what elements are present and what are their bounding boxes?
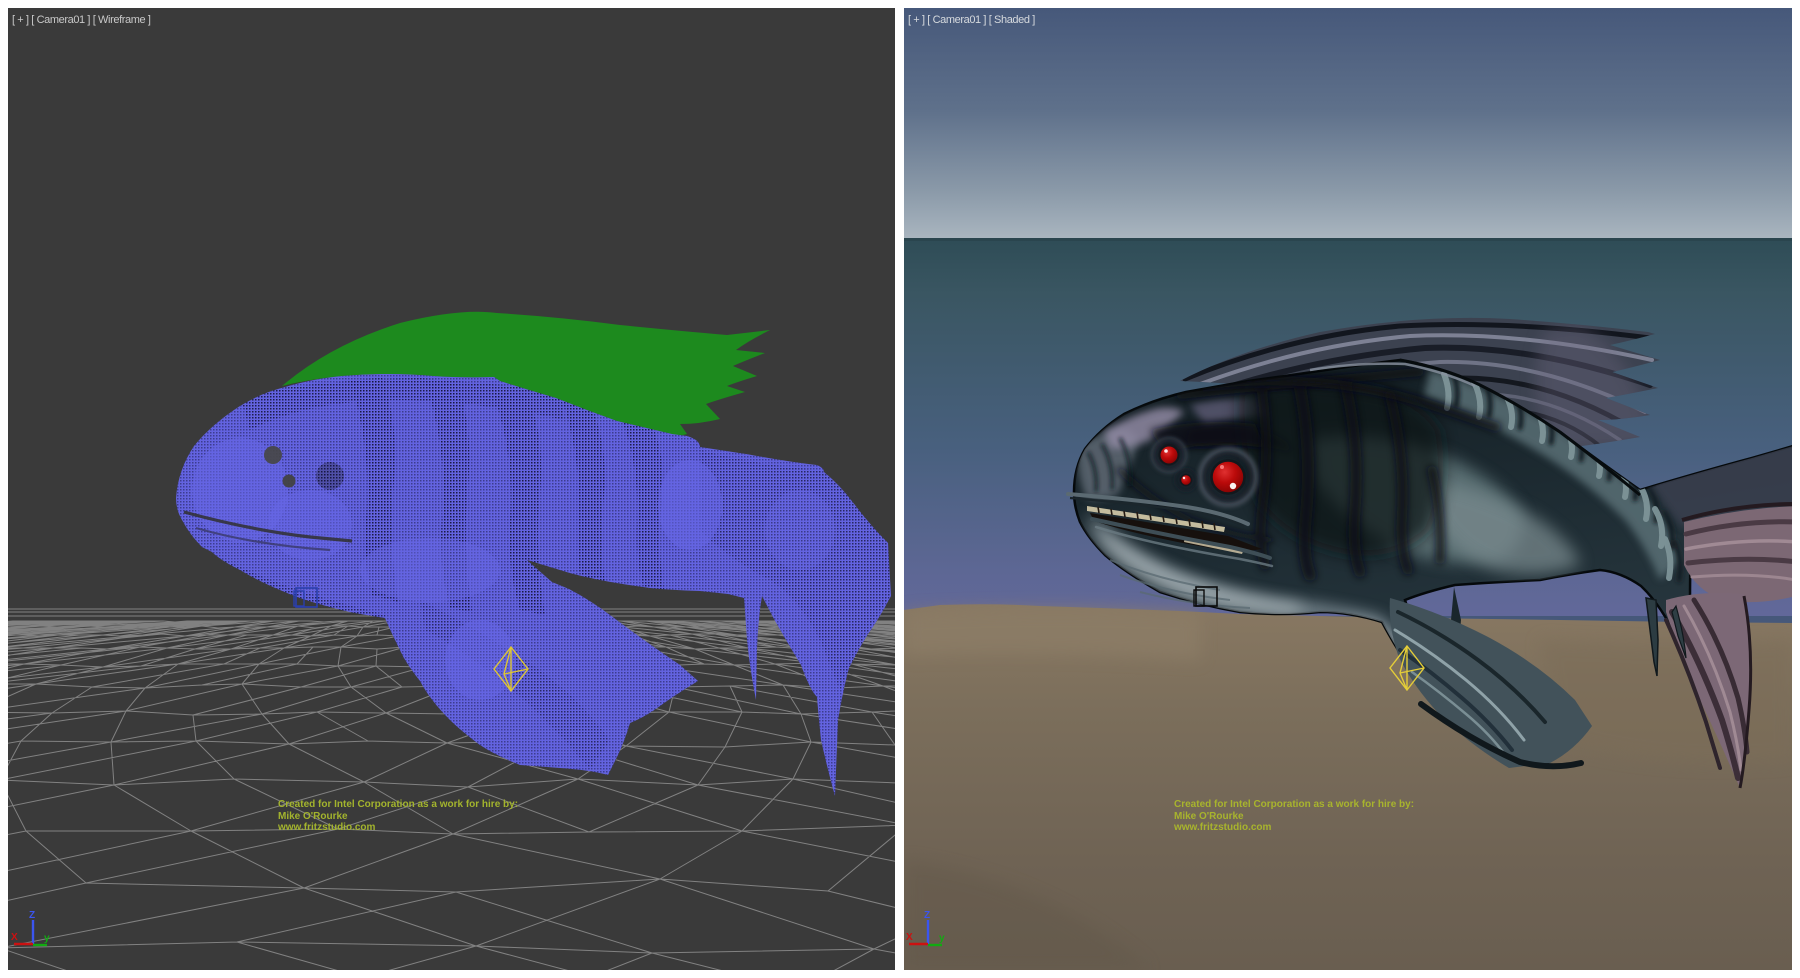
svg-text:X: X (906, 932, 913, 943)
svg-text:X: X (11, 932, 18, 943)
svg-text:y: y (939, 933, 945, 944)
svg-text:Z: Z (29, 910, 35, 921)
svg-text:y: y (44, 933, 50, 944)
svg-text:Z: Z (924, 910, 930, 921)
